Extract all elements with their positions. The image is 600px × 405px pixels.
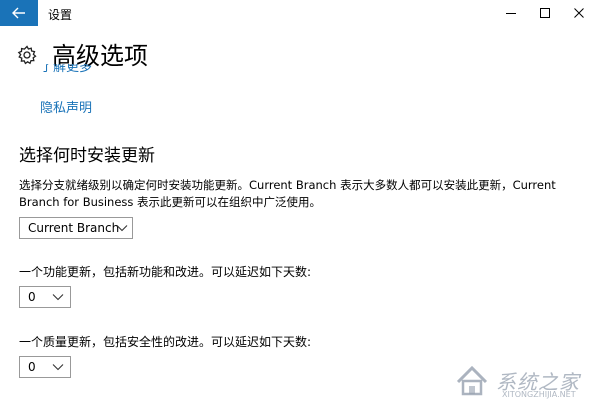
maximize-button[interactable] xyxy=(530,0,560,26)
close-icon xyxy=(574,8,584,18)
quality-select-value: 0 xyxy=(28,360,36,374)
settings-window: 设置 高级选项 了解更多 隐私声明 选择何时安装更新 选择分支就绪级别以确定何时 xyxy=(0,0,600,405)
learn-more-link-clipped[interactable]: 了解更多 xyxy=(40,64,120,74)
watermark-logo-icon xyxy=(456,365,488,396)
back-button[interactable] xyxy=(0,0,38,26)
section-title: 选择何时安装更新 xyxy=(19,146,155,166)
chevron-down-icon xyxy=(52,294,64,301)
quality-defer-days-select[interactable]: 0 xyxy=(19,356,71,378)
chevron-down-icon xyxy=(52,364,64,371)
title-bar: 设置 xyxy=(0,0,600,26)
minimize-button[interactable] xyxy=(496,0,526,26)
feature-select-value: 0 xyxy=(28,290,36,304)
minimize-icon xyxy=(506,13,516,14)
window-title: 设置 xyxy=(48,8,73,22)
maximize-icon xyxy=(540,8,550,18)
chevron-down-icon xyxy=(116,225,128,232)
close-button[interactable] xyxy=(564,0,594,26)
gear-icon xyxy=(17,45,37,65)
branch-readiness-select[interactable]: Current Branch xyxy=(19,217,133,239)
feature-update-label: 一个功能更新，包括新功能和改进。可以延迟如下天数: xyxy=(19,265,312,279)
watermark: 系统之家 XITONGZHIJIA.NET xyxy=(452,356,598,402)
quality-update-label: 一个质量更新，包括安全性的改进。可以延迟如下天数: xyxy=(19,335,312,349)
privacy-statement-link[interactable]: 隐私声明 xyxy=(40,97,92,116)
branch-description: 选择分支就绪级别以确定何时安装功能更新。Current Branch 表示大多数… xyxy=(19,178,556,209)
feature-defer-days-select[interactable]: 0 xyxy=(19,286,71,308)
back-arrow-icon xyxy=(12,7,25,19)
watermark-subtext: XITONGZHIJIA.NET xyxy=(502,390,576,399)
branch-select-value: Current Branch xyxy=(28,221,120,235)
